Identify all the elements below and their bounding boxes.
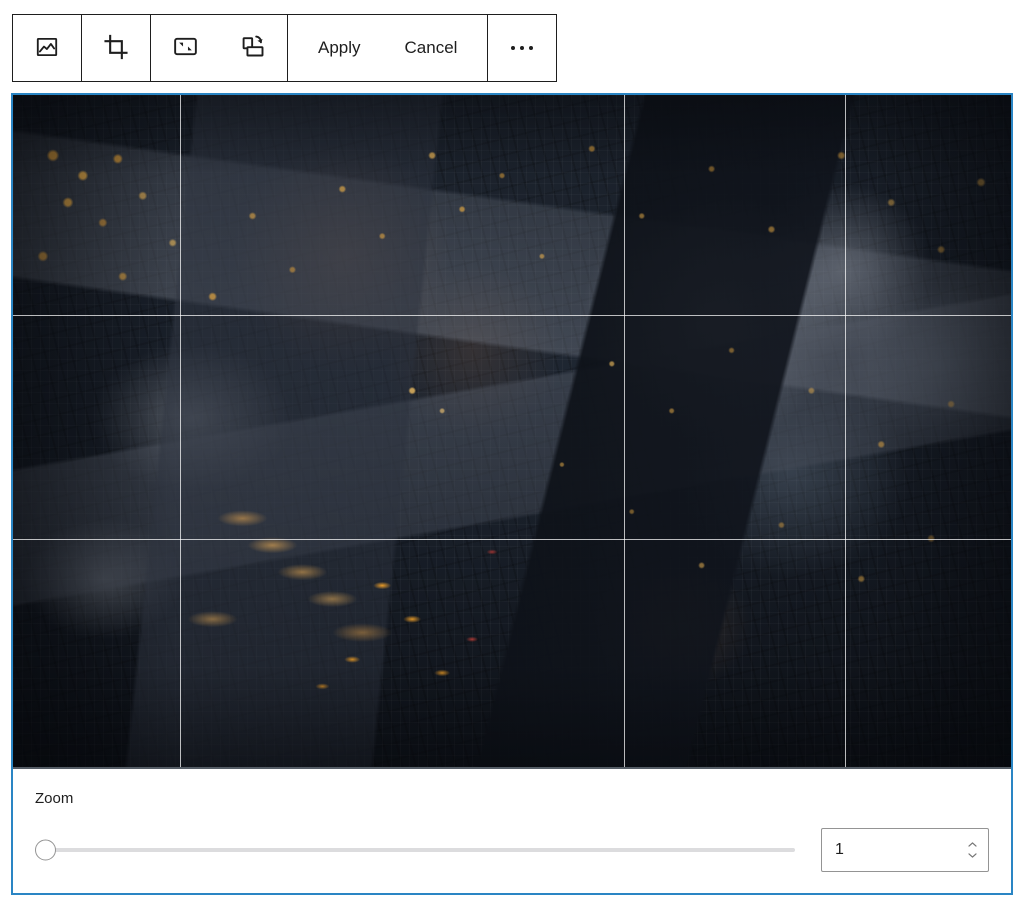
zoom-slider-track[interactable] — [47, 848, 795, 852]
zoom-slider[interactable] — [35, 838, 795, 862]
zoom-number-field[interactable]: 1 — [821, 828, 989, 872]
rotate-icon — [240, 33, 267, 63]
block-toolbar: Apply Cancel — [12, 14, 558, 82]
zoom-stepper — [967, 841, 978, 860]
zoom-input[interactable]: 1 — [822, 842, 844, 858]
image-canvas[interactable] — [13, 95, 1011, 767]
more-options-button[interactable] — [488, 15, 556, 81]
crop-icon — [102, 33, 130, 64]
image-button[interactable] — [13, 15, 81, 81]
zoom-decrement-button[interactable] — [967, 852, 978, 860]
toolbar-group-more — [488, 15, 556, 81]
zoom-control-panel: Zoom 1 — [13, 767, 1011, 893]
zoom-slider-line: 1 — [35, 828, 989, 872]
aspect-ratio-button[interactable] — [151, 15, 219, 81]
image-editor-block[interactable]: Zoom 1 — [11, 93, 1013, 895]
zoom-increment-button[interactable] — [967, 841, 978, 849]
cancel-button[interactable]: Cancel — [383, 15, 480, 81]
image-icon — [34, 34, 60, 63]
toolbar-group-crop — [82, 15, 150, 81]
zoom-label: Zoom — [35, 790, 74, 807]
aspect-ratio-icon — [172, 33, 199, 63]
zoom-control-row: Zoom 1 — [35, 791, 989, 872]
zoom-slider-thumb[interactable] — [35, 839, 56, 861]
cityscape-image[interactable] — [13, 95, 1011, 767]
chevron-up-icon — [968, 842, 977, 848]
crop-button[interactable] — [82, 15, 150, 81]
ellipsis-icon — [511, 46, 534, 50]
apply-button[interactable]: Apply — [296, 15, 383, 81]
rotate-button[interactable] — [219, 15, 287, 81]
toolbar-group-transform — [151, 15, 287, 81]
toolbar-group-actions: Apply Cancel — [288, 15, 487, 81]
image-editor-screen: Apply Cancel Zoom 1 — [0, 0, 1024, 909]
toolbar-group-image — [13, 15, 81, 81]
chevron-down-icon — [968, 853, 977, 859]
